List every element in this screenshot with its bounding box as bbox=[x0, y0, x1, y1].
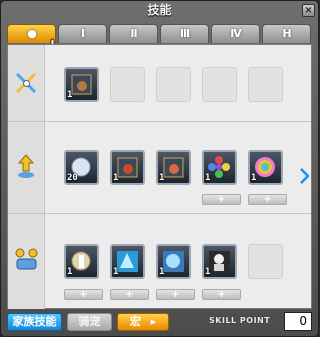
skill-level: 1 bbox=[159, 267, 165, 277]
bottom-bar: 家族技能 骑宠 宏 ▸ SKILL POINT 0 bbox=[7, 311, 313, 333]
tab-beginner[interactable]: ● bbox=[7, 24, 56, 43]
window-title: 技能 bbox=[147, 3, 172, 17]
skill-slot-empty bbox=[110, 67, 145, 102]
skill-level: 1 bbox=[113, 267, 119, 277]
skill-slot-2-5[interactable]: 1 bbox=[248, 150, 283, 185]
skill-slot-empty bbox=[202, 67, 237, 102]
tab-job-4[interactable]: IV bbox=[211, 24, 260, 43]
tab-job-3[interactable]: III bbox=[160, 24, 209, 43]
skill-level: 1 bbox=[205, 173, 211, 183]
skill-panel: 1 20 1 1 1 1 + + 1 1 1 1 + + + + bbox=[7, 44, 312, 309]
macro-label: 宏 bbox=[129, 315, 141, 328]
skill-plus-button[interactable]: + bbox=[156, 289, 195, 300]
macro-arrow-icon: ▸ bbox=[150, 315, 157, 328]
skill-level: 1 bbox=[205, 267, 211, 277]
skill-slot-empty bbox=[248, 244, 283, 279]
mount-skill-button[interactable]: 骑宠 bbox=[67, 313, 112, 331]
skill-plus-button[interactable]: + bbox=[202, 289, 241, 300]
skill-slot-empty bbox=[156, 67, 191, 102]
skill-level: 1 bbox=[113, 173, 119, 183]
skill-slot-empty bbox=[248, 67, 283, 102]
skill-row-3: 1 1 1 1 + + + + bbox=[8, 214, 311, 309]
skill-slot-3-1[interactable]: 1 bbox=[64, 244, 99, 279]
skill-slot-2-3[interactable]: 1 bbox=[156, 150, 191, 185]
tab-job-2[interactable]: II bbox=[109, 24, 158, 43]
skill-point-label: SKILL POINT bbox=[209, 316, 271, 325]
skill-level: 1 bbox=[67, 90, 73, 100]
skill-plus-button[interactable]: + bbox=[202, 194, 241, 205]
skill-point-value: 0 bbox=[284, 312, 312, 331]
skill-slot-3-4[interactable]: 1 bbox=[202, 244, 237, 279]
close-button[interactable]: × bbox=[302, 4, 315, 17]
skill-level: 1 bbox=[159, 173, 165, 183]
skill-slot-2-4[interactable]: 1 bbox=[202, 150, 237, 185]
swords-icon bbox=[15, 72, 37, 94]
family-icon bbox=[15, 248, 38, 270]
tab-hyper[interactable]: H bbox=[262, 24, 311, 43]
skill-slot-2-1[interactable]: 20 bbox=[64, 150, 99, 185]
skill-window: 技能 × ● I II III IV H 1 20 1 1 1 1 + + 1 … bbox=[0, 0, 319, 337]
skill-slot-1-1[interactable]: 1 bbox=[64, 67, 99, 102]
row-category-3 bbox=[8, 214, 45, 309]
skill-slot-2-2[interactable]: 1 bbox=[110, 150, 145, 185]
skill-row-1: 1 bbox=[8, 45, 311, 122]
skill-plus-button[interactable]: + bbox=[64, 289, 103, 300]
skill-plus-button[interactable]: + bbox=[110, 289, 149, 300]
family-skill-button[interactable]: 家族技能 bbox=[7, 313, 62, 331]
skill-slot-3-2[interactable]: 1 bbox=[110, 244, 145, 279]
scroll-right-arrow-icon[interactable] bbox=[300, 168, 309, 184]
skill-level: 1 bbox=[251, 173, 257, 183]
tab-job-1[interactable]: I bbox=[58, 24, 107, 43]
tab-bar: ● I II III IV H bbox=[7, 24, 313, 44]
skill-slot-3-3[interactable]: 1 bbox=[156, 244, 191, 279]
skill-level: 20 bbox=[67, 173, 78, 183]
skill-level: 1 bbox=[67, 267, 73, 277]
row-category-1 bbox=[8, 45, 45, 121]
skill-row-2: 20 1 1 1 1 + + bbox=[8, 122, 311, 214]
row-category-2 bbox=[8, 122, 45, 213]
macro-button[interactable]: 宏 ▸ bbox=[117, 313, 169, 331]
upgrade-arrow-icon bbox=[17, 154, 35, 178]
skill-plus-button[interactable]: + bbox=[248, 194, 287, 205]
